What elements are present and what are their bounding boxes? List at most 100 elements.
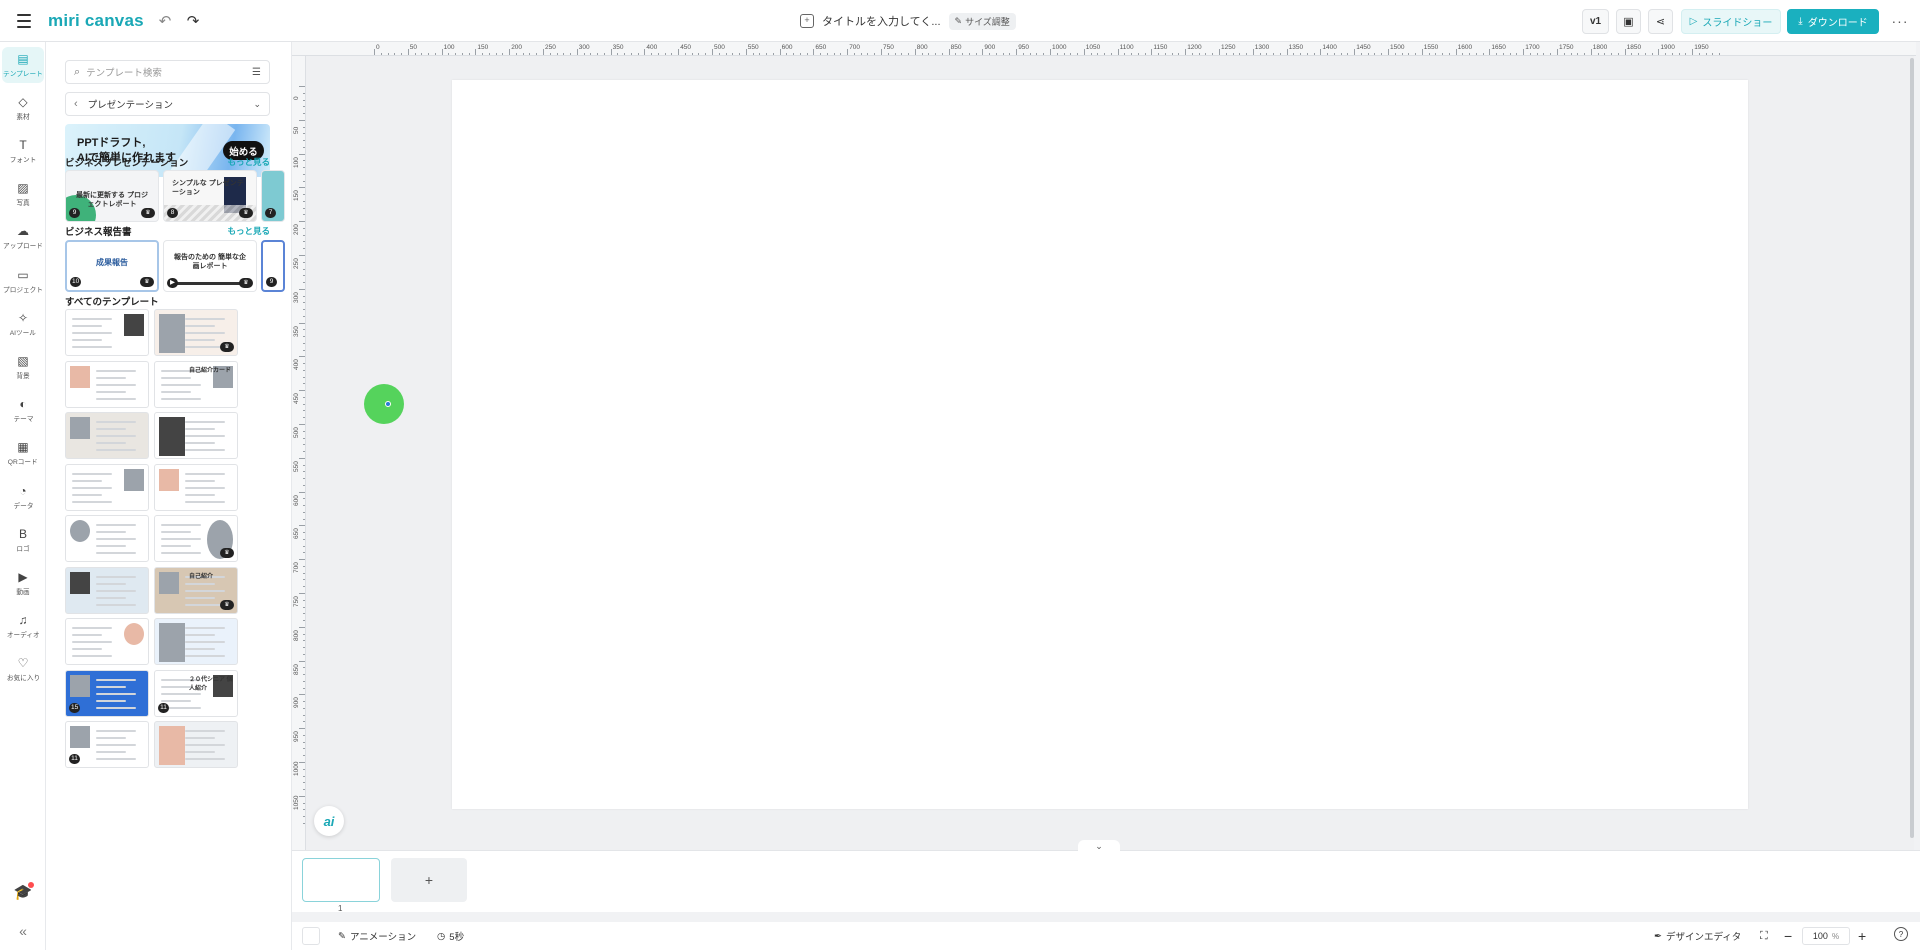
rail-item[interactable]: ◐ テーマ (2, 393, 44, 429)
qr-icon: ▦ (17, 440, 29, 455)
template-card[interactable] (65, 618, 149, 665)
rail-item[interactable]: ◇ 素材 (2, 90, 44, 126)
section-header-business-presentation: ビジネスプレゼンテーション もっと見る (65, 155, 270, 169)
rail-item[interactable]: ☁ アップロード (2, 220, 44, 256)
rail-item[interactable]: T フォント (2, 133, 44, 169)
template-card[interactable] (65, 463, 149, 511)
fullscreen-icon[interactable]: ⛶ (1760, 927, 1768, 945)
template-panel: ⌕ テンプレート検索 ☰ ‹ プレゼンテーション ⌄ PPTドラフト, AIで簡… (46, 42, 292, 950)
rail-item[interactable]: ◔ データ (2, 479, 44, 515)
pages-collapse-chevron-icon[interactable]: ⌄ (1078, 840, 1120, 852)
template-card[interactable]: シンプルな プレゼンテーション 8 ♛ (163, 170, 257, 222)
template-card[interactable] (154, 412, 238, 459)
template-card[interactable] (154, 721, 238, 768)
duration-button[interactable]: ◷ 5秒 (437, 927, 464, 945)
rail-item[interactable]: ✧ AIツール (2, 306, 44, 342)
undo-icon[interactable]: ↶ (156, 12, 174, 30)
ruler-label: 450 (680, 44, 692, 51)
background-color-swatch[interactable] (302, 927, 320, 945)
version-button[interactable]: v1 (1582, 9, 1609, 34)
template-card[interactable]: 11 (65, 721, 149, 768)
rail-item[interactable]: B ロゴ (2, 522, 44, 558)
template-card[interactable] (154, 463, 238, 511)
ruler-label: 1700 (1525, 44, 1540, 51)
ruler-label: 50 (293, 126, 300, 134)
shapes-icon: ◇ (18, 94, 28, 109)
download-button[interactable]: ⤓ ダウンロード (1787, 9, 1879, 34)
zoom-out-icon[interactable]: − (1784, 927, 1792, 945)
music-icon: ♫ (18, 613, 28, 628)
rail-item[interactable]: ▶ 動画 (2, 565, 44, 601)
page-count-badge: 8 (167, 208, 178, 218)
template-card[interactable] (65, 360, 149, 408)
rail-item[interactable]: ♫ オーディオ (2, 609, 44, 645)
see-more-link[interactable]: もっと見る (227, 156, 270, 168)
rail-item[interactable]: ▦ QRコード (2, 436, 44, 472)
template-card[interactable]: 成果報告 10 ♛ (65, 240, 159, 292)
zoom-in-icon[interactable]: + (1858, 927, 1866, 945)
template-caption: 成果報告 (96, 258, 128, 267)
zoom-value: 100 (1812, 931, 1828, 941)
back-chevron-icon[interactable]: ‹ (74, 98, 78, 110)
more-options-icon[interactable]: ··· (1888, 10, 1912, 32)
top-bar: miri canvas ↶ ↷ + タイトルを入力してく... ✎ サイズ調整 … (0, 0, 1920, 42)
filter-icon[interactable]: ☰ (252, 67, 261, 78)
pages-strip (292, 850, 1920, 912)
category-select[interactable]: ‹ プレゼンテーション ⌄ (65, 92, 270, 116)
status-bar: ✎ アニメーション ◷ 5秒 ✒ デザインエディタ ⛶ − 100 % + ? (292, 922, 1920, 950)
ai-assistant-button[interactable]: ai (314, 806, 344, 836)
template-card[interactable]: 報告のための 簡単な企画レポート ▶ ♛ (163, 240, 257, 292)
collapse-panel-icon[interactable]: « (14, 922, 32, 940)
template-card[interactable] (65, 309, 149, 356)
template-card[interactable]: 7 (261, 170, 285, 222)
search-placeholder: テンプレート検索 (86, 68, 162, 79)
chevron-down-icon: ⌄ (253, 98, 261, 109)
share-button[interactable]: ⋖ (1648, 9, 1673, 34)
template-card[interactable]: 自己紹介カード (154, 360, 238, 408)
template-card[interactable] (65, 412, 149, 459)
ruler-label: 1850 (1626, 44, 1642, 51)
rail-item[interactable]: ▤ テンプレート (2, 47, 44, 83)
template-search-input[interactable]: ⌕ テンプレート検索 ☰ (65, 60, 270, 84)
template-card[interactable]: 自己紹介 ♛ (154, 566, 238, 614)
template-card[interactable]: 15 (65, 669, 149, 717)
page-number: 1 (338, 904, 343, 913)
app-logo[interactable]: miri canvas (48, 11, 144, 31)
template-card[interactable]: ♛ (154, 309, 238, 356)
ruler-label: 250 (545, 44, 556, 51)
menu-icon[interactable] (14, 12, 34, 30)
ruler-label: 650 (293, 528, 300, 540)
rail-item-label: QRコード (8, 459, 38, 467)
redo-icon[interactable]: ↷ (184, 12, 202, 30)
logo-b-icon: B (18, 526, 27, 541)
rail-item[interactable]: ♡ お気に入り (2, 652, 44, 688)
academy-icon[interactable]: 🎓 (12, 882, 34, 902)
template-card[interactable] (154, 618, 238, 665)
template-card[interactable] (65, 515, 149, 562)
template-card[interactable]: ♛ (154, 515, 238, 562)
rail-item[interactable]: ▭ プロジェクト (2, 263, 44, 299)
template-card[interactable]: ２０代シニア 個人紹介 11 (154, 669, 238, 717)
document-title[interactable]: タイトルを入力してく... (822, 13, 941, 29)
ruler-label: 1750 (1559, 44, 1574, 51)
slide-page[interactable] (452, 80, 1748, 809)
page-thumbnail[interactable] (302, 858, 380, 902)
slideshow-button[interactable]: ▷ スライドショー (1681, 9, 1781, 34)
canvas-scrollbar[interactable] (1910, 58, 1914, 838)
design-editor-button[interactable]: ✒ デザインエディタ (1654, 927, 1741, 945)
rail-item[interactable]: ▨ 写真 (2, 177, 44, 213)
ruler-label: 550 (293, 460, 300, 472)
page-count-badge: 7 (265, 208, 276, 218)
see-more-link[interactable]: もっと見る (227, 225, 270, 237)
add-page-button[interactable]: + (391, 858, 467, 902)
animation-button[interactable]: ✎ アニメーション (338, 927, 416, 945)
size-adjust-button[interactable]: ✎ サイズ調整 (948, 12, 1016, 30)
template-card[interactable]: 9 (261, 240, 285, 292)
zoom-input[interactable]: 100 % (1802, 927, 1850, 945)
rail-item[interactable]: ▧ 背景 (2, 349, 44, 385)
template-card[interactable] (65, 566, 149, 614)
help-icon[interactable]: ? (1894, 927, 1908, 941)
ruler-label: 1500 (1390, 44, 1405, 51)
template-card[interactable]: 最新に更新する プロジェクトレポート 9 ♛ (65, 170, 159, 222)
save-button[interactable]: ▣ (1616, 9, 1641, 34)
